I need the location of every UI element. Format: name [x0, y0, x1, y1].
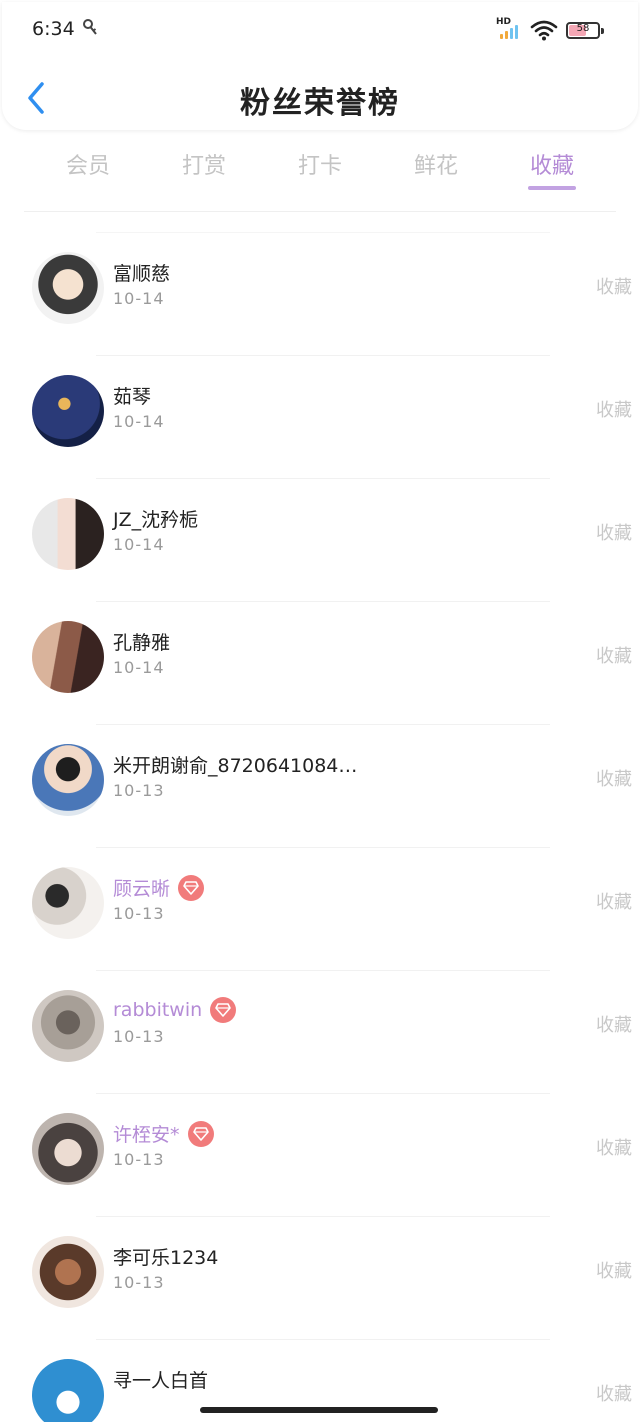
- fan-list: 富顺慈 10-14 收藏 茹琴 10-14 收藏 JZ_沈矜栀 10-14 收藏…: [0, 232, 640, 1422]
- favorite-label: 收藏: [596, 646, 632, 667]
- fan-name: 李可乐1234: [113, 1247, 219, 1269]
- tab-label: 会员: [65, 154, 110, 179]
- active-tab-indicator: [528, 186, 576, 190]
- status-bar: 6:34 HD 58: [0, 0, 640, 60]
- status-time: 6:34: [32, 18, 75, 40]
- fan-name: 茹琴: [113, 386, 152, 408]
- diamond-badge-icon: [178, 874, 205, 901]
- list-item[interactable]: 许桎安* 10-13 收藏: [32, 1093, 632, 1216]
- favorite-label: 收藏: [596, 1384, 632, 1405]
- fan-date: 10-13: [113, 1150, 165, 1169]
- favorite-label: 收藏: [596, 769, 632, 790]
- favorite-label: 收藏: [596, 1261, 632, 1282]
- fan-name: JZ_沈矜栀: [113, 509, 199, 531]
- fan-date: 10-14: [113, 535, 165, 554]
- divider: [24, 211, 616, 212]
- fan-name: 富顺慈: [113, 263, 171, 285]
- favorite-label: 收藏: [596, 277, 632, 298]
- avatar[interactable]: [32, 252, 104, 324]
- favorite-label: 收藏: [596, 1138, 632, 1159]
- tab-label: 鲜花: [413, 154, 458, 179]
- battery-icon: 58: [566, 21, 604, 39]
- fan-name: rabbitwin: [113, 999, 203, 1021]
- list-item[interactable]: 孔静雅 10-14 收藏: [32, 601, 632, 724]
- avatar[interactable]: [32, 744, 104, 816]
- avatar[interactable]: [32, 867, 104, 939]
- status-icons: HD 58: [496, 16, 604, 44]
- favorite-label: 收藏: [596, 1015, 632, 1036]
- favorite-label: 收藏: [596, 523, 632, 544]
- home-indicator[interactable]: [200, 1407, 438, 1413]
- fan-date: 10-13: [113, 1027, 165, 1046]
- tab-favorites[interactable]: 收藏: [494, 140, 610, 200]
- signal-label: HD: [496, 17, 512, 27]
- fan-date: 10-14: [113, 289, 165, 308]
- favorite-label: 收藏: [596, 892, 632, 913]
- avatar[interactable]: [32, 375, 104, 447]
- list-item[interactable]: JZ_沈矜栀 10-14 收藏: [32, 478, 632, 601]
- avatar[interactable]: [32, 1236, 104, 1308]
- fan-date: 10-14: [113, 658, 165, 677]
- fan-name: 许桎安*: [113, 1124, 180, 1146]
- list-item[interactable]: 米开朗谢俞_8720641084… 10-13 收藏: [32, 724, 632, 847]
- tab-label: 打赏: [181, 154, 226, 179]
- favorite-label: 收藏: [596, 400, 632, 421]
- list-item[interactable]: 顾云晰 10-13 收藏: [32, 847, 632, 970]
- tab-reward[interactable]: 打赏: [146, 140, 262, 200]
- list-item[interactable]: 李可乐1234 10-13 收藏: [32, 1216, 632, 1339]
- signal-icon: HD: [496, 17, 522, 41]
- diamond-badge-icon: [187, 1120, 214, 1147]
- fan-date: 10-13: [113, 781, 165, 800]
- avatar[interactable]: [32, 990, 104, 1062]
- fan-name: 孔静雅: [113, 632, 171, 654]
- fan-name: 顾云晰: [113, 878, 171, 900]
- fan-date: 10-14: [113, 412, 165, 431]
- list-item[interactable]: 富顺慈 10-14 收藏: [32, 232, 632, 355]
- wifi-icon: [530, 20, 558, 41]
- fan-name: 寻一人白首: [113, 1370, 209, 1392]
- key-icon: [83, 19, 97, 35]
- fan-date: 10-13: [113, 1273, 165, 1292]
- tab-member[interactable]: 会员: [30, 140, 146, 200]
- tab-checkin[interactable]: 打卡: [262, 140, 378, 200]
- avatar[interactable]: [32, 1113, 104, 1185]
- avatar[interactable]: [32, 621, 104, 693]
- battery-level: 58: [576, 22, 590, 34]
- avatar[interactable]: [32, 1359, 104, 1422]
- avatar[interactable]: [32, 498, 104, 570]
- tab-label: 收藏: [529, 154, 574, 179]
- fan-name: 米开朗谢俞_8720641084…: [113, 755, 358, 777]
- tab-bar: 会员 打赏 打卡 鲜花 收藏: [30, 140, 610, 200]
- list-item[interactable]: 茹琴 10-14 收藏: [32, 355, 632, 478]
- diamond-badge-icon: [210, 997, 237, 1023]
- tab-flowers[interactable]: 鲜花: [378, 140, 494, 200]
- list-item[interactable]: rabbitwin 10-13 收藏: [32, 970, 632, 1093]
- tab-label: 打卡: [297, 154, 342, 179]
- page-title: 粉丝荣誉榜: [240, 86, 400, 121]
- fan-date: 10-13: [113, 904, 165, 923]
